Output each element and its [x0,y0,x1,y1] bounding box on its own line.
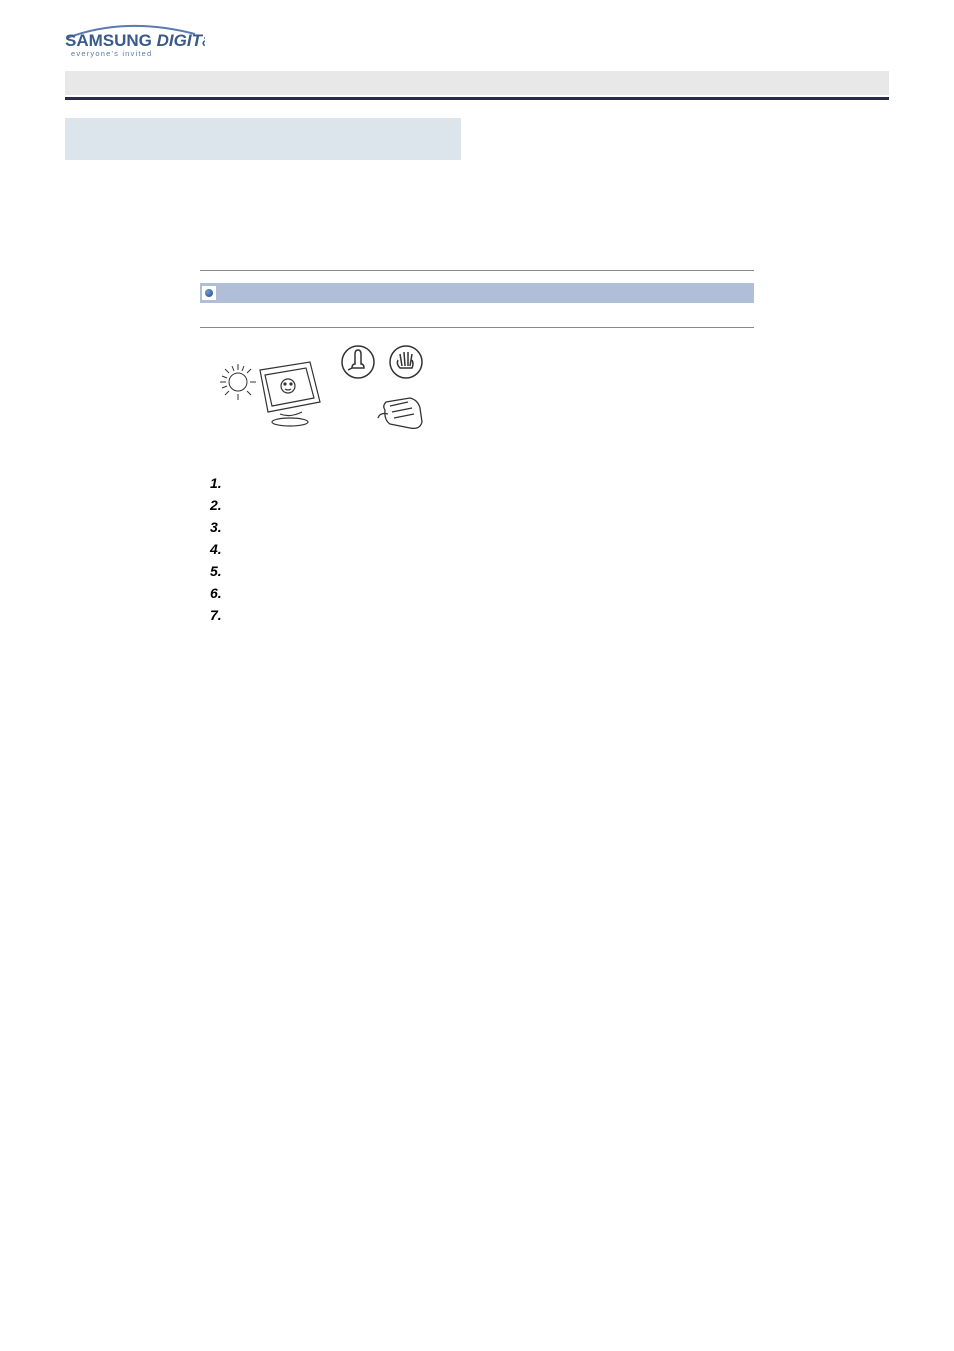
band-right [461,118,889,160]
list-item: 7. [210,607,754,623]
list-num: 6. [210,585,234,601]
svg-text:SAMSUNG DIGITall: SAMSUNG DIGITall [65,30,205,50]
list-num: 1. [210,475,234,491]
main-content: 1. 2. 3. 4. 5. 6. 7. [200,270,754,623]
list-num: 5. [210,563,234,579]
hand-icon [390,346,422,378]
divider [200,327,754,328]
list-item: 1. [210,475,754,491]
header-area: SAMSUNG DIGITall everyone's invited [0,0,954,63]
band-left [65,118,461,160]
logo-all: all [202,30,205,50]
logo-tagline: everyone's invited [71,49,152,58]
sun-icon [220,364,256,400]
list-num: 7. [210,607,234,623]
rule-line [65,97,889,100]
logo-svg: SAMSUNG DIGITall everyone's invited [65,20,205,58]
cleaning-hand-icon [378,398,422,428]
list-item: 6. [210,585,754,601]
finger-press-icon [342,346,374,378]
logo-brand: SAMSUNG [65,31,157,50]
section-header [200,270,754,303]
monitor-icon [260,362,320,426]
list-item: 2. [210,497,754,513]
logo: SAMSUNG DIGITall everyone's invited [65,20,954,63]
illustration-svg [210,340,440,450]
bullet-box [202,286,216,300]
section-bar [200,283,754,303]
illustration [210,340,754,455]
content-band [65,118,889,160]
logo-digit: DIGIT [157,31,204,50]
bullet-dot-icon [205,289,213,297]
list-item: 3. [210,519,754,535]
gray-bar [65,71,889,95]
list-num: 4. [210,541,234,557]
list-num: 3. [210,519,234,535]
list-num: 2. [210,497,234,513]
list-area: 1. 2. 3. 4. 5. 6. 7. [210,475,754,623]
list-item: 4. [210,541,754,557]
list-item: 5. [210,563,754,579]
